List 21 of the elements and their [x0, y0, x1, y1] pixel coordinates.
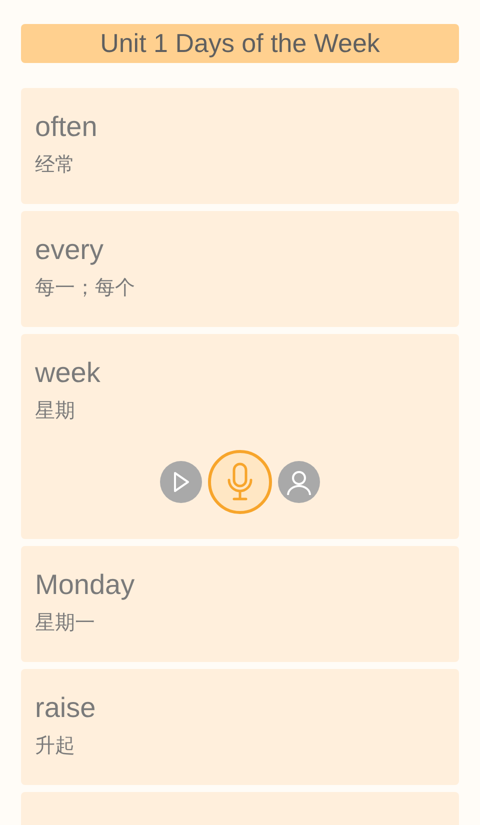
play-icon [172, 471, 190, 493]
word-text: Monday [35, 568, 135, 602]
play-button[interactable] [160, 461, 202, 503]
meaning-text: 经常 [35, 153, 75, 178]
word-text: every [35, 233, 104, 267]
meaning-text: 星期一 [35, 611, 95, 636]
header-bar: Unit 1 Days of the Week [21, 24, 459, 63]
word-card[interactable]: every 每一；每个 [21, 211, 459, 327]
meaning-text: 升起 [35, 734, 75, 759]
word-text: week [35, 356, 100, 390]
word-card[interactable]: week 星期 [21, 334, 459, 539]
word-text: often [35, 110, 98, 144]
word-card[interactable]: often 经常 [21, 88, 459, 204]
word-card[interactable]: raise 升起 [21, 669, 459, 785]
word-text: raise [35, 691, 96, 725]
meaning-text: 每一；每个 [35, 276, 135, 301]
word-card[interactable]: Monday 星期一 [21, 546, 459, 662]
meaning-text: 星期 [35, 399, 75, 424]
user-button[interactable] [278, 461, 320, 503]
user-icon [285, 468, 313, 496]
microphone-icon [225, 462, 255, 502]
